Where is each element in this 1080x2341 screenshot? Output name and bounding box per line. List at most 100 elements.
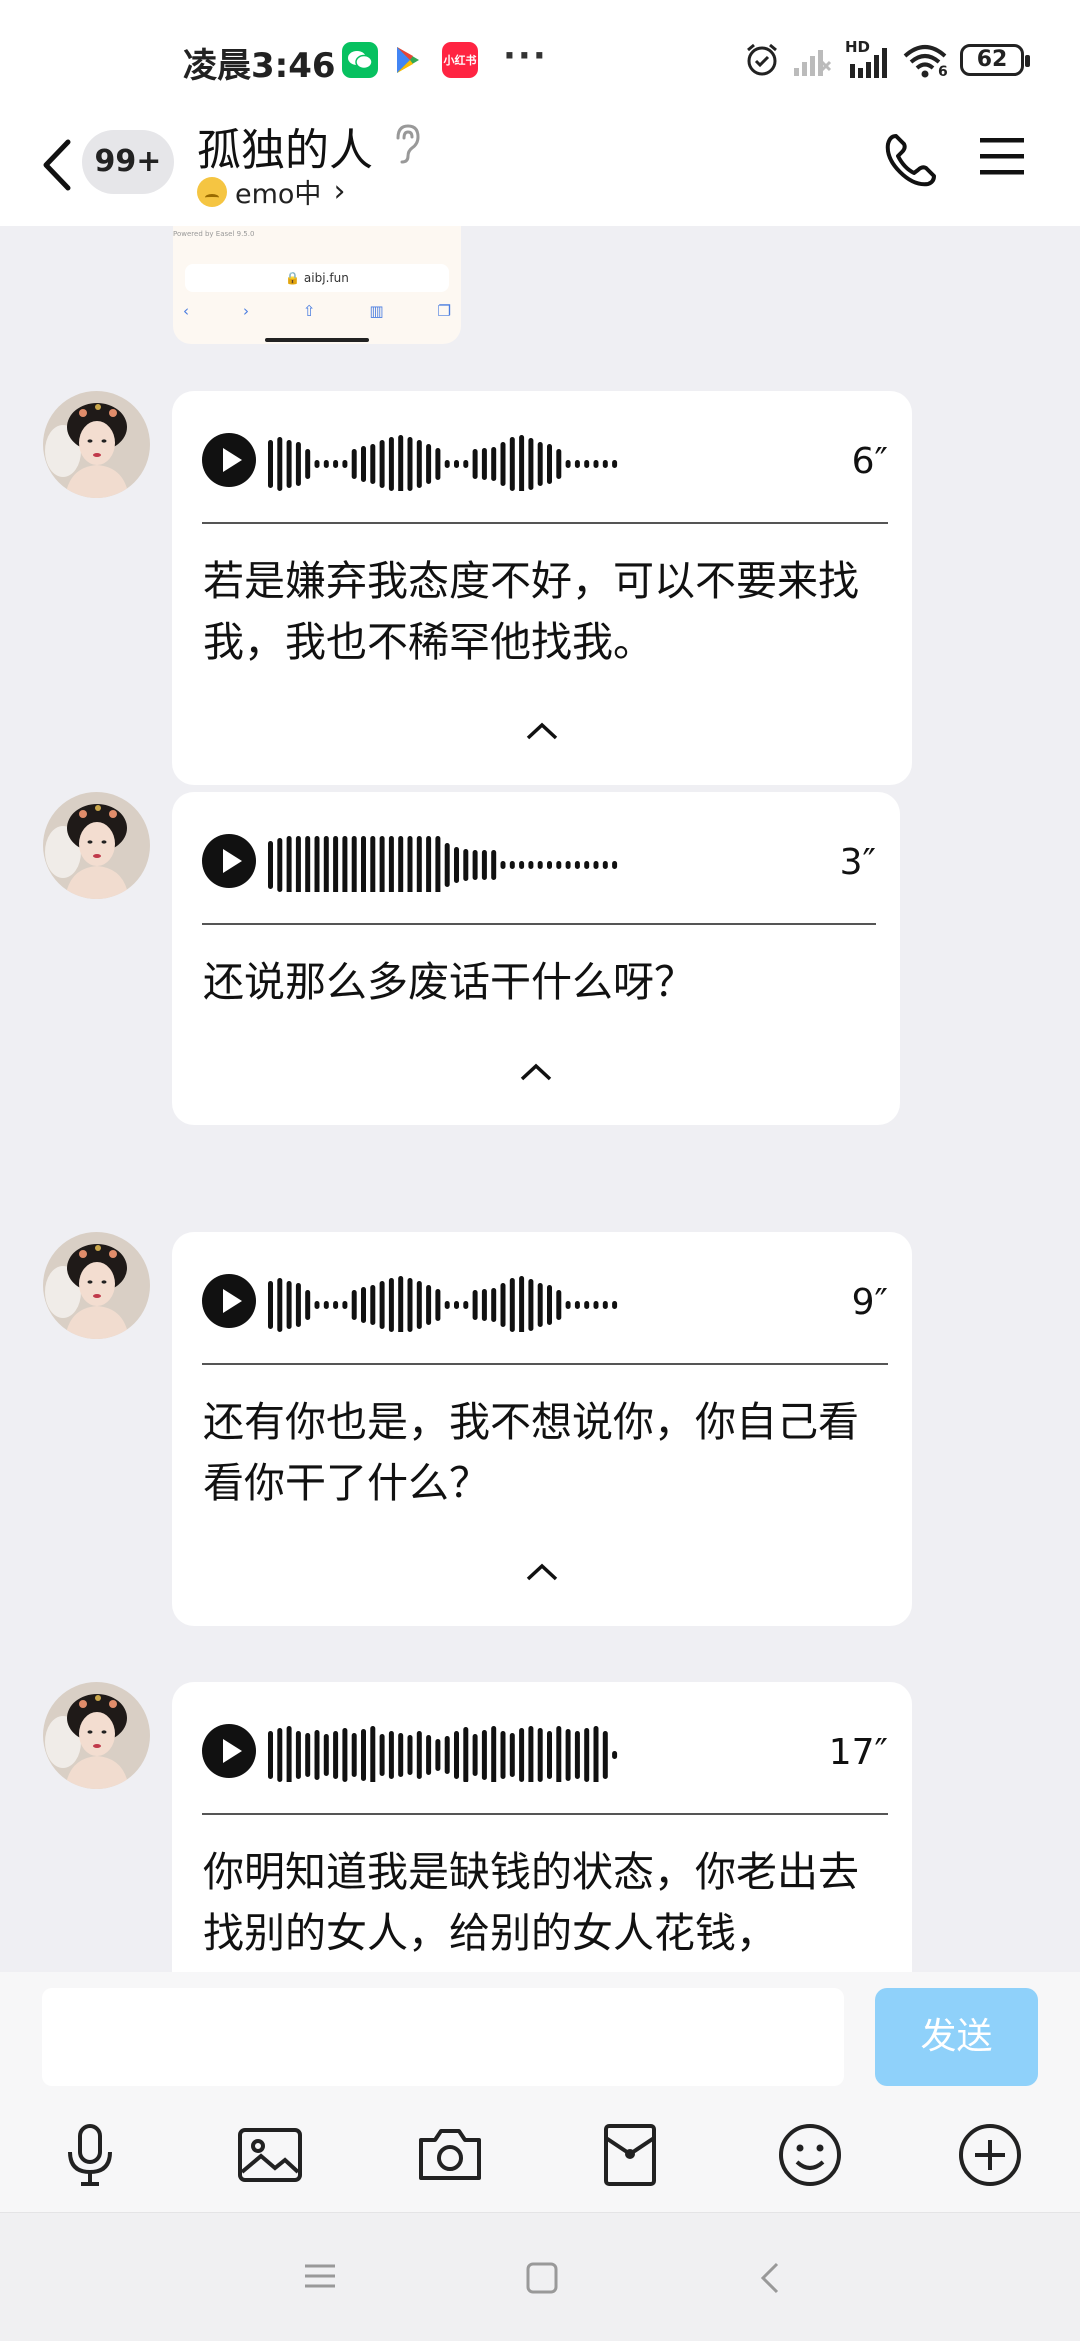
voice-waveform — [268, 1726, 618, 1782]
voice-player[interactable]: 6″ — [202, 427, 888, 491]
waveform-bar — [584, 460, 590, 468]
waveform-bar — [472, 850, 478, 880]
recent-apps-icon[interactable] — [303, 2261, 337, 2291]
waveform-bar — [463, 460, 469, 468]
home-icon[interactable] — [525, 2261, 559, 2295]
waveform-bar — [556, 1726, 562, 1782]
signal-sim1-icon — [850, 48, 887, 78]
back-nav-icon[interactable] — [759, 2261, 781, 2295]
ear-icon[interactable] — [390, 122, 422, 166]
waveform-bar — [528, 861, 534, 869]
waveform-bar — [370, 1285, 376, 1325]
signal-sim2-icon — [794, 50, 832, 76]
image-message[interactable]: Powered by Easel 9.5.0 🔒 aibj.fun ‹ › ⇧ ▥ ❐ — [173, 226, 461, 344]
unread-badge[interactable]: 99+ — [82, 130, 174, 194]
waveform-bar — [388, 437, 394, 491]
waveform-bar — [472, 1290, 478, 1320]
wifi-label: 6 — [938, 64, 948, 80]
waveform-bar — [509, 1733, 515, 1777]
waveform-bar — [305, 836, 311, 892]
waveform-bar — [333, 836, 339, 892]
waveform-bar — [454, 1731, 459, 1779]
waveform-bar — [351, 836, 357, 892]
waveform-bar — [268, 841, 273, 889]
waveform-bar — [388, 1278, 394, 1332]
red-packet-icon[interactable] — [595, 2120, 665, 2190]
voice-player[interactable]: 17″ — [202, 1718, 888, 1782]
voice-player[interactable]: 3″ — [202, 828, 876, 892]
image-icon[interactable] — [235, 2120, 305, 2190]
waveform-bar — [444, 1736, 450, 1774]
avatar[interactable] — [43, 391, 150, 498]
voice-duration: 3″ — [839, 842, 876, 883]
avatar[interactable] — [43, 1682, 150, 1789]
waveform-bar — [463, 1301, 469, 1309]
transcription-text: 还说那么多废话干什么呀？ — [203, 958, 695, 1006]
avatar[interactable] — [43, 1232, 150, 1339]
waveform-bar — [602, 460, 608, 468]
waveform-bar — [612, 1301, 618, 1309]
chevron-up-icon[interactable] — [525, 721, 559, 741]
waveform-bar — [398, 1276, 404, 1332]
waveform-bar — [286, 836, 292, 892]
avatar-portrait — [43, 1232, 150, 1339]
voice-bubble[interactable]: 17″ 你明知道我是缺钱的状态，你老出去找别的女人，给别的女人花钱， — [172, 1682, 912, 1972]
voice-bubble[interactable]: 9″ 还有你也是，我不想说你，你自己看看你干了什么？ — [172, 1232, 912, 1626]
waveform-bar — [342, 836, 348, 892]
waveform-bar — [277, 838, 283, 892]
message-input[interactable] — [42, 1988, 844, 2086]
waveform-bar — [361, 836, 366, 892]
waveform-bar — [454, 847, 459, 883]
waveform-bar — [602, 1301, 608, 1309]
wechat-icon — [342, 42, 378, 78]
waveform-bar — [426, 836, 432, 892]
voice-bubble[interactable]: 6″ 若是嫌弃我态度不好，可以不要来找我，我也不稀罕他找我。 — [172, 391, 912, 785]
waveform-bar — [547, 444, 552, 484]
contact-status[interactable]: emo中 › — [197, 172, 345, 211]
message-list[interactable]: Powered by Easel 9.5.0 🔒 aibj.fun ‹ › ⇧ ▥ ❐ … — [0, 226, 1080, 1972]
waveform-bar — [342, 1301, 348, 1309]
waveform-bar — [379, 440, 385, 488]
waveform-bar — [277, 1278, 283, 1332]
play-icon[interactable] — [202, 834, 256, 888]
waveform-bar — [268, 440, 273, 488]
play-icon[interactable] — [202, 1724, 256, 1778]
waveform-bar — [556, 861, 562, 869]
screenshot-homebar — [265, 338, 369, 342]
chevron-up-icon[interactable] — [519, 1062, 553, 1082]
waveform-bar — [565, 460, 571, 468]
menu-icon[interactable] — [978, 134, 1026, 178]
plus-icon[interactable] — [955, 2120, 1025, 2190]
waveform-bar — [388, 1731, 394, 1779]
waveform-bar — [351, 1733, 357, 1777]
chevron-right-icon: › — [333, 174, 346, 209]
waveform-bar — [342, 1728, 348, 1782]
avatar[interactable] — [43, 792, 150, 899]
camera-icon[interactable] — [415, 2120, 485, 2190]
waveform-bar — [537, 442, 543, 486]
waveform-bar — [286, 1726, 292, 1782]
voice-bubble[interactable]: 3″ 还说那么多废话干什么呀？ — [172, 792, 900, 1125]
waveform-bar — [481, 850, 487, 880]
back-icon[interactable] — [38, 130, 78, 200]
waveform-bar — [268, 1281, 273, 1329]
play-icon[interactable] — [202, 433, 256, 487]
mic-icon[interactable] — [55, 2120, 125, 2190]
emoji-icon[interactable] — [775, 2120, 845, 2190]
voice-player[interactable]: 9″ — [202, 1268, 888, 1332]
waveform-bar — [407, 437, 413, 491]
waveform-bar — [370, 1726, 376, 1782]
waveform-bar — [500, 1283, 506, 1327]
phone-icon[interactable] — [882, 130, 938, 190]
contact-name[interactable]: 孤独的人 — [197, 114, 373, 178]
waveform-bar — [379, 836, 385, 892]
chevron-up-icon[interactable] — [525, 1562, 559, 1582]
play-icon[interactable] — [202, 1274, 256, 1328]
waveform-bar — [500, 1731, 506, 1779]
waveform-bar — [314, 460, 320, 468]
waveform-bar — [388, 836, 394, 892]
alarm-icon — [747, 43, 777, 76]
waveform-bar — [528, 1279, 534, 1331]
send-button[interactable]: 发送 — [875, 1988, 1038, 2086]
waveform-bar — [379, 1281, 385, 1329]
